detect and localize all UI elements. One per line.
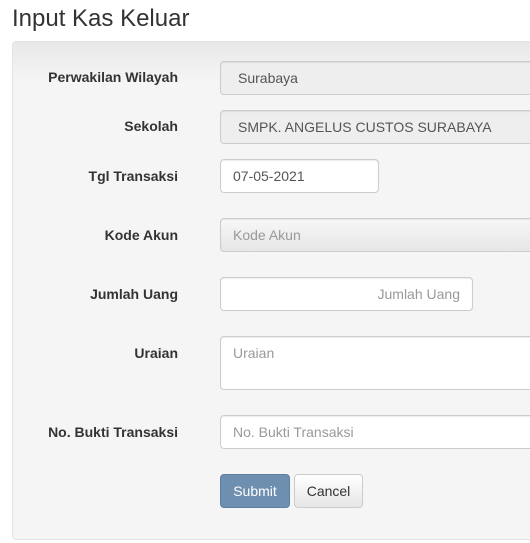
kode-akun-label: Kode Akun	[104, 227, 178, 243]
wilayah-label: Perwakilan Wilayah	[48, 69, 178, 85]
uraian-label: Uraian	[134, 345, 178, 361]
jumlah-uang-placeholder: Jumlah Uang	[377, 286, 461, 302]
sekolah-field: SMPK. ANGELUS CUSTOS SURABAYA	[220, 110, 530, 144]
uraian-textarea[interactable]: Uraian	[220, 336, 530, 390]
sekolah-value: SMPK. ANGELUS CUSTOS SURABAYA	[238, 119, 492, 135]
jumlah-uang-input[interactable]: Jumlah Uang	[220, 277, 473, 311]
jumlah-uang-label: Jumlah Uang	[90, 286, 178, 302]
page-title: Input Kas Keluar	[12, 5, 190, 32]
tgl-transaksi-value: 07-05-2021	[233, 168, 305, 184]
wilayah-field: Surabaya	[220, 61, 530, 95]
submit-button[interactable]: Submit	[220, 474, 290, 508]
cancel-button[interactable]: Cancel	[294, 474, 363, 508]
tgl-transaksi-label: Tgl Transaksi	[88, 168, 178, 184]
tgl-transaksi-input[interactable]: 07-05-2021	[220, 159, 379, 193]
no-bukti-placeholder: No. Bukti Transaksi	[233, 424, 354, 440]
wilayah-value: Surabaya	[238, 70, 298, 86]
no-bukti-label: No. Bukti Transaksi	[48, 424, 178, 440]
no-bukti-input[interactable]: No. Bukti Transaksi	[220, 415, 530, 449]
kode-akun-placeholder: Kode Akun	[233, 227, 301, 243]
uraian-placeholder: Uraian	[233, 345, 275, 361]
sekolah-label: Sekolah	[124, 118, 178, 134]
kode-akun-select[interactable]: Kode Akun	[220, 218, 530, 252]
